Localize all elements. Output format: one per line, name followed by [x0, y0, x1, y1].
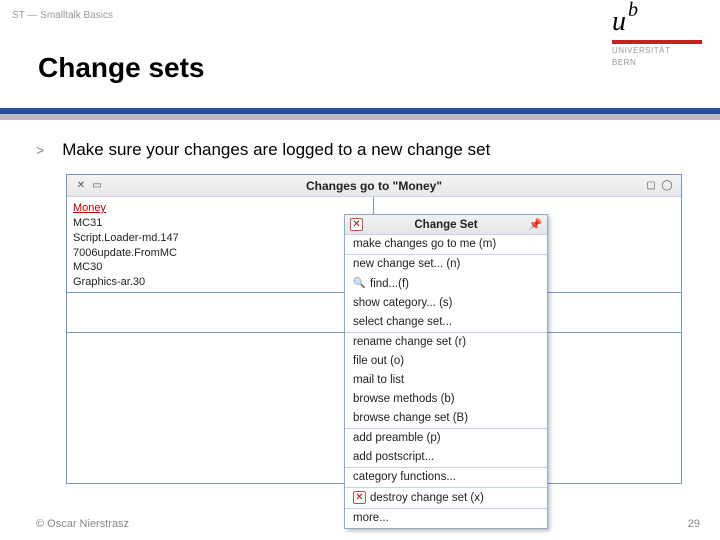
- menu-item-browse-methods[interactable]: browse methods (b): [345, 390, 547, 409]
- changeset-list-pane[interactable]: Money MC31 Script.Loader-md.147 7006upda…: [67, 197, 374, 293]
- list-item[interactable]: MC31: [73, 216, 367, 231]
- logo-line2: BERN: [612, 58, 702, 68]
- list-item[interactable]: 7006update.FromMC: [73, 246, 367, 261]
- menu-item-add-preamble[interactable]: add preamble (p): [345, 428, 547, 448]
- menu-item-make-changes[interactable]: make changes go to me (m): [345, 235, 547, 254]
- page-number: 29: [688, 518, 700, 530]
- delete-icon: ✕: [353, 491, 366, 504]
- breadcrumb: ST — Smalltalk Basics: [12, 10, 113, 21]
- close-icon[interactable]: ✕: [75, 180, 87, 192]
- menu-item-find[interactable]: 🔍 find...(f): [345, 274, 547, 294]
- menu-item-add-postscript[interactable]: add postscript...: [345, 448, 547, 467]
- close-icon[interactable]: ✕: [350, 218, 363, 231]
- window-title: Changes go to "Money": [105, 179, 643, 193]
- menu-item-show-category[interactable]: show category... (s): [345, 294, 547, 313]
- logo-red-bar: [612, 40, 702, 44]
- logo-b-glyph: b: [628, 0, 638, 21]
- expand-icon[interactable]: ◯: [661, 180, 673, 192]
- bullet-line: > Make sure your changes are logged to a…: [36, 140, 684, 160]
- slide-footer: © Oscar Nierstrasz 29: [36, 518, 700, 530]
- menu-item-category-functions[interactable]: category functions...: [345, 467, 547, 487]
- page-title: Change sets: [38, 52, 205, 84]
- menu-item-label: find...(f): [370, 278, 409, 290]
- menu-item-file-out[interactable]: file out (o): [345, 352, 547, 371]
- menu-item-label: destroy change set (x): [370, 492, 484, 504]
- slide-header: ST — Smalltalk Basics Change sets ub UNI…: [0, 0, 720, 108]
- bullet-text: Make sure your changes are logged to a n…: [62, 140, 490, 160]
- find-icon: 🔍: [353, 277, 366, 290]
- list-item[interactable]: MC30: [73, 260, 367, 275]
- menu-item-select-changeset[interactable]: select change set...: [345, 313, 547, 332]
- list-item[interactable]: Graphics-ar.30: [73, 275, 367, 290]
- collapse-icon[interactable]: ▢: [645, 180, 657, 192]
- menu-item-destroy[interactable]: ✕ destroy change set (x): [345, 487, 547, 508]
- changeset-context-menu: ✕ Change Set 📌 make changes go to me (m)…: [344, 214, 548, 529]
- menu-titlebar[interactable]: ✕ Change Set 📌: [345, 215, 547, 235]
- menu-title: Change Set: [363, 219, 529, 231]
- logo-u-glyph: u: [612, 6, 626, 38]
- pin-icon[interactable]: 📌: [529, 218, 542, 231]
- university-logo: ub UNIVERSITÄT BERN: [612, 6, 702, 67]
- menu-item-rename[interactable]: rename change set (r): [345, 332, 547, 352]
- copyright: © Oscar Nierstrasz: [36, 518, 129, 530]
- selector-pane-left[interactable]: [67, 293, 374, 333]
- bullet-chevron: >: [36, 142, 44, 158]
- menu-item-mail[interactable]: mail to list: [345, 371, 547, 390]
- menu-item-new-changeset[interactable]: new change set... (n): [345, 254, 547, 274]
- list-item[interactable]: Script.Loader-md.147: [73, 231, 367, 246]
- window-titlebar[interactable]: ✕ ▭ Changes go to "Money" ▢ ◯: [67, 175, 681, 197]
- menu-item-browse-changeset[interactable]: browse change set (B): [345, 409, 547, 428]
- logo-line1: UNIVERSITÄT: [612, 46, 702, 56]
- menu-icon[interactable]: ▭: [91, 180, 103, 192]
- list-item[interactable]: Money: [73, 201, 367, 216]
